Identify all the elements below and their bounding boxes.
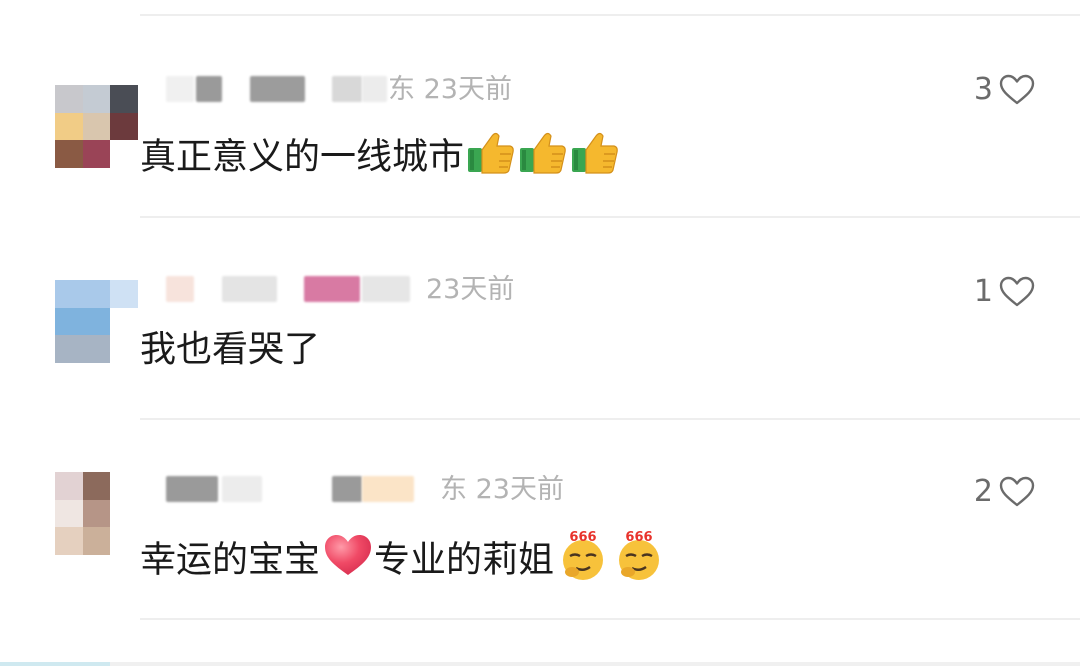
comment-text-content: 专业的莉姐	[374, 539, 555, 581]
comment-text-content: 幸运的宝宝	[140, 539, 321, 581]
like-count: 1	[973, 274, 993, 309]
avatar[interactable]	[55, 472, 138, 555]
location-time: 东 23天前	[388, 74, 512, 105]
username[interactable]: 东 23天前	[140, 472, 564, 508]
comment-item[interactable]: 东 23天前 幸运的宝宝 专业的莉姐 666 666 2	[0, 460, 1080, 610]
666-smirk-face-icon: 666	[556, 528, 610, 595]
username[interactable]: 23天前	[140, 272, 560, 308]
bottom-edge	[0, 662, 1080, 666]
svg-text:666: 666	[625, 530, 652, 545]
thumbs-up-icon	[570, 128, 620, 189]
comment-item[interactable]: 东 23天前 真正意义的一线城市 3	[0, 60, 1080, 210]
heart-outline-icon[interactable]	[999, 276, 1035, 308]
like-count: 2	[973, 474, 993, 509]
666-smirk-face-icon: 666	[612, 528, 666, 595]
divider	[140, 14, 1080, 16]
heart-outline-icon[interactable]	[999, 476, 1035, 508]
divider	[140, 618, 1080, 620]
comment-text-content: 真正意义的一线城市	[140, 136, 465, 178]
avatar[interactable]	[55, 85, 138, 168]
divider	[140, 418, 1080, 420]
comment-text: 幸运的宝宝 专业的莉姐 666 666	[140, 528, 666, 595]
heart-outline-icon[interactable]	[999, 74, 1035, 106]
svg-text:666: 666	[569, 530, 596, 545]
avatar[interactable]	[55, 280, 138, 363]
comment-text: 真正意义的一线城市	[140, 128, 620, 189]
like-button[interactable]: 1	[974, 272, 1035, 312]
username[interactable]: 东 23天前	[140, 72, 560, 108]
red-heart-icon	[322, 531, 374, 592]
location-time: 东 23天前	[440, 474, 564, 505]
like-button[interactable]: 2	[974, 472, 1035, 512]
thumbs-up-icon	[518, 128, 568, 189]
divider	[140, 216, 1080, 218]
like-button[interactable]: 3	[974, 70, 1035, 110]
comment-item[interactable]: 23天前 我也看哭了 1	[0, 262, 1080, 412]
location-time: 23天前	[426, 274, 515, 305]
like-count: 3	[973, 72, 993, 107]
comment-text: 我也看哭了	[140, 329, 321, 370]
thumbs-up-icon	[466, 128, 516, 189]
comment-list: 东 23天前 真正意义的一线城市 3 23天前 我也看哭了 1 东 23天前 幸…	[0, 0, 1080, 666]
